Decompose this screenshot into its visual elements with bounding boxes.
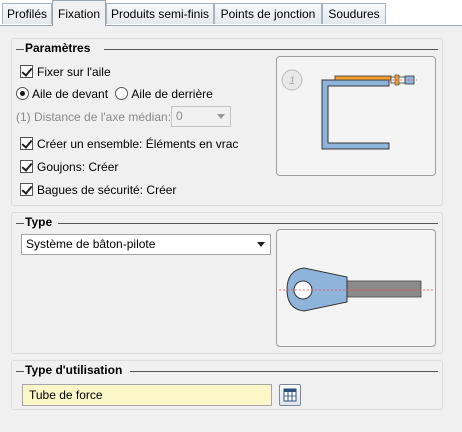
aile-derriere-radio[interactable]: Aile de derrière [115, 87, 213, 101]
checkbox-box[interactable] [20, 160, 33, 173]
table-icon [283, 388, 297, 402]
checkbox-box[interactable] [20, 137, 33, 150]
type-select[interactable]: Système de bâton-pilote [21, 234, 271, 255]
goujons-label: Goujons: Créer [37, 160, 119, 174]
tab-produits-semi-finis[interactable]: Produits semi-finis [106, 3, 214, 24]
fixation-preview: 1 [276, 56, 436, 176]
chevron-down-icon [257, 242, 265, 247]
header-rule [130, 371, 438, 372]
tab-panel: Paramètres Fixer sur l'aile Aile de deva… [0, 25, 462, 432]
type-preview [276, 229, 436, 347]
channel-profile-image: 1 [281, 69, 417, 150]
goujons-checkbox[interactable]: Goujons: Créer [20, 158, 118, 176]
checkbox-box[interactable] [20, 65, 33, 78]
bagues-label: Bagues de sécurité: Créer [37, 183, 177, 197]
distance-label: (1) Distance de l'axe médian: [16, 110, 172, 124]
fixer-aile-label: Fixer sur l'aile [37, 65, 111, 79]
utilisation-input[interactable]: Tube de force [22, 384, 272, 406]
checkbox-box[interactable] [20, 183, 33, 196]
type-select-value: Système de bâton-pilote [26, 237, 156, 251]
tab-fixation[interactable]: Fixation [52, 0, 106, 26]
pilot-rod-image [279, 267, 433, 312]
chevron-down-icon [217, 114, 225, 119]
header-rule [104, 49, 438, 50]
utilisation-value: Tube de force [29, 388, 103, 402]
header-rule [16, 371, 24, 372]
parametres-group: Paramètres Fixer sur l'aile Aile de deva… [11, 38, 443, 206]
aile-devant-label: Aile de devant [32, 87, 109, 101]
bagues-checkbox[interactable]: Bagues de sécurité: Créer [20, 181, 176, 199]
info-badge: 1 [289, 75, 295, 87]
radio-dot[interactable] [115, 87, 129, 100]
catalog-button[interactable] [279, 384, 301, 406]
tab-bar: Profilés Fixation Produits semi-finis Po… [0, 0, 462, 26]
utilisation-group: Type d'utilisation Tube de force [11, 360, 443, 410]
distance-combo[interactable]: 0 [171, 106, 231, 127]
header-rule [16, 223, 24, 224]
creer-ensemble-label: Créer un ensemble: Éléments en vrac [37, 137, 239, 151]
tab-profiles[interactable]: Profilés [2, 3, 52, 24]
creer-ensemble-checkbox[interactable]: Créer un ensemble: Éléments en vrac [20, 135, 238, 153]
utilisation-title: Type d'utilisation [25, 363, 127, 377]
parametres-header: Paramètres [12, 39, 442, 57]
parametres-title: Paramètres [25, 41, 95, 55]
tab-soudures[interactable]: Soudures [322, 3, 386, 24]
aile-radio-row: Aile de devant Aile de derrière [16, 85, 213, 103]
aile-derriere-label: Aile de derrière [131, 87, 213, 101]
fixer-aile-checkbox[interactable]: Fixer sur l'aile [20, 63, 111, 81]
header-rule [58, 223, 438, 224]
radio-dot[interactable] [16, 87, 29, 100]
aile-devant-radio[interactable]: Aile de devant [16, 87, 108, 101]
distance-value: 0 [176, 109, 183, 123]
utilisation-header: Type d'utilisation [12, 361, 442, 379]
tab-points-de-jonction[interactable]: Points de jonction [214, 3, 322, 24]
type-group: Type Système de bâton-pilote [11, 212, 443, 354]
type-title: Type [25, 215, 57, 229]
header-rule [16, 49, 24, 50]
